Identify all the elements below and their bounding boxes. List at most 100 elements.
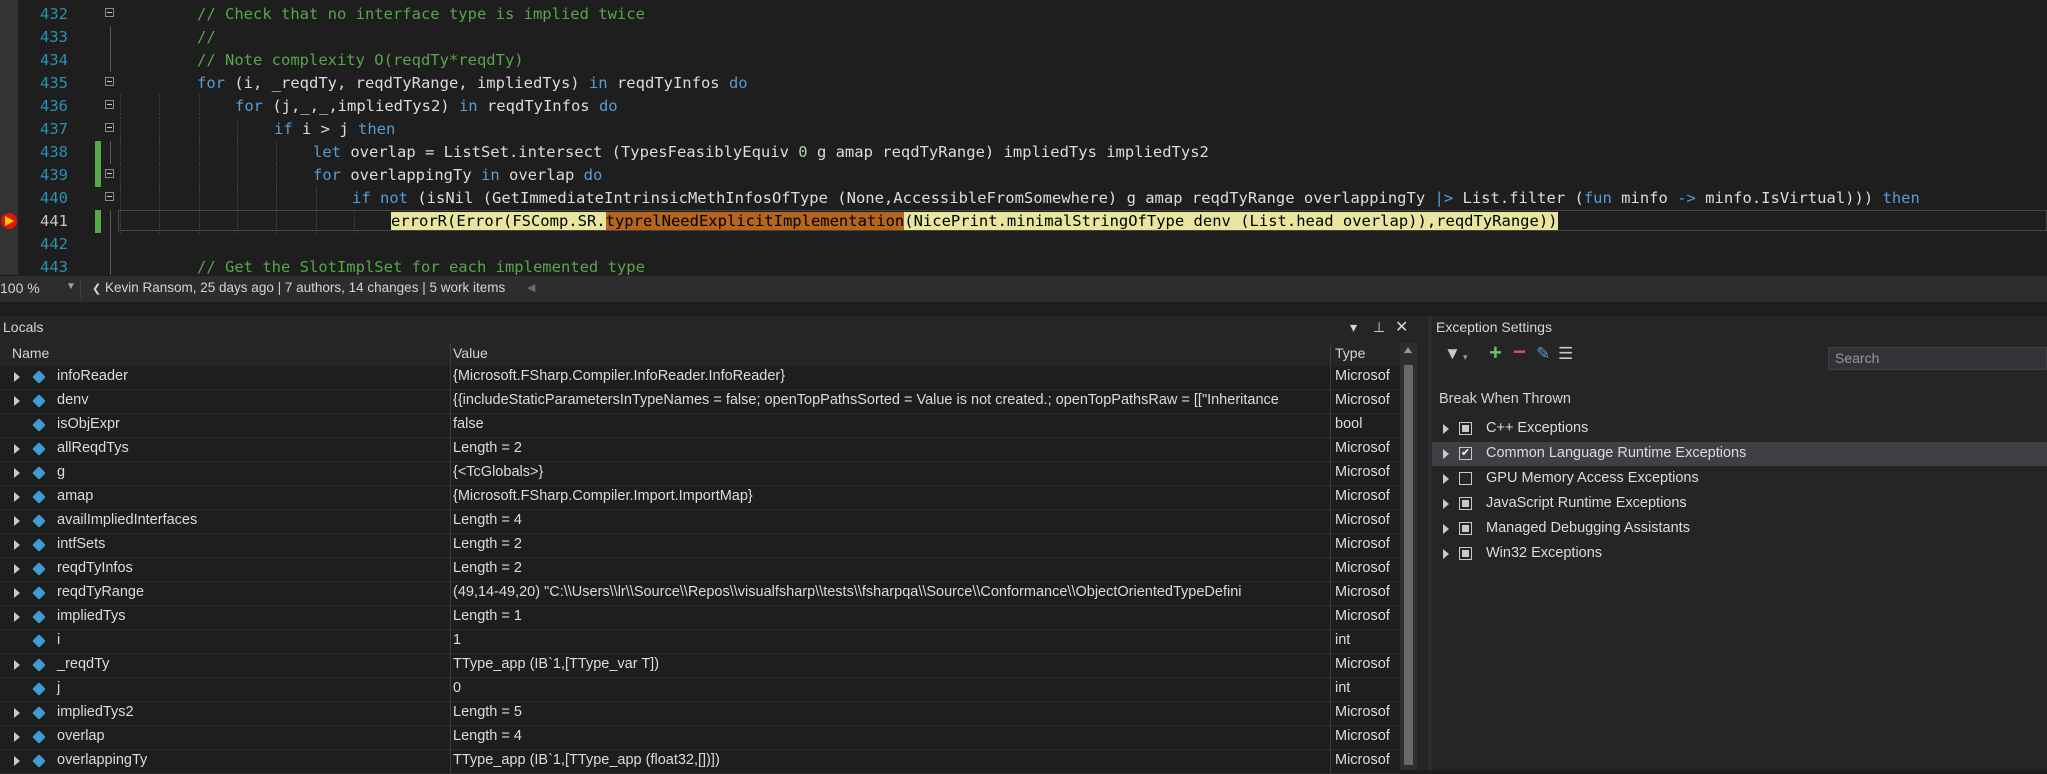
remove-icon[interactable]: −: [1513, 339, 1526, 365]
code-text[interactable]: // Get the SlotImplSet for each implemen…: [197, 256, 645, 275]
expand-icon[interactable]: [1443, 449, 1449, 459]
variable-value[interactable]: Length = 2: [453, 560, 1328, 576]
locals-row[interactable]: g {<TcGlobals>} Microsof: [0, 462, 1400, 486]
locals-row[interactable]: amap {Microsoft.FSharp.Compiler.Import.Im…: [0, 486, 1400, 510]
expand-icon[interactable]: [14, 732, 20, 742]
locals-row[interactable]: intfSets Length = 2 Microsof: [0, 534, 1400, 558]
checkbox[interactable]: ✔: [1459, 447, 1472, 460]
codelens-info[interactable]: ❮ Kevin Ransom, 25 days ago | 7 authors,…: [92, 280, 505, 295]
variable-value[interactable]: Length = 5: [453, 704, 1328, 720]
dropdown-icon[interactable]: ▾: [1350, 319, 1357, 336]
column-type[interactable]: Type: [1335, 345, 1365, 361]
column-value[interactable]: Value: [453, 345, 488, 361]
close-icon[interactable]: ✕: [1395, 317, 1408, 337]
code-line[interactable]: 439 for overlappingTy in overlap do: [0, 164, 2047, 187]
collapse-icon[interactable]: [105, 77, 114, 86]
code-line[interactable]: 434 // Note complexity O(reqdTy*reqdTy): [0, 49, 2047, 72]
variable-value[interactable]: Length = 4: [453, 728, 1328, 744]
locals-row[interactable]: j 0 int: [0, 678, 1400, 702]
locals-row[interactable]: allReqdTys Length = 2 Microsof: [0, 438, 1400, 462]
filter-icon[interactable]: ▼: [1444, 344, 1461, 364]
collapse-icon[interactable]: [105, 169, 114, 178]
expand-icon[interactable]: [14, 612, 20, 622]
variable-value[interactable]: TType_app (IB`1,[TType_app (float32,[])]…: [453, 752, 1328, 768]
variable-value[interactable]: TType_app (IB`1,[TType_var T]): [453, 656, 1328, 672]
checkbox[interactable]: [1459, 472, 1472, 485]
code-line[interactable]: 441 errorR(Error(FSComp.SR.typrelNeedExpl…: [0, 210, 2047, 233]
expand-icon[interactable]: [1443, 499, 1449, 509]
breakpoint-current-icon[interactable]: [1, 213, 17, 229]
locals-row[interactable]: i 1 int: [0, 630, 1400, 654]
expand-icon[interactable]: [1443, 549, 1449, 559]
variable-value[interactable]: Length = 2: [453, 440, 1328, 456]
code-text[interactable]: for (i, _reqdTy, reqdTyRange, impliedTys…: [197, 72, 748, 95]
locals-row[interactable]: reqdTyInfos Length = 2 Microsof: [0, 558, 1400, 582]
code-text[interactable]: // Note complexity O(reqdTy*reqdTy): [197, 49, 524, 72]
variable-value[interactable]: Length = 4: [453, 512, 1328, 528]
variable-value[interactable]: {{includeStaticParametersInTypeNames = f…: [453, 392, 1328, 408]
add-icon[interactable]: +: [1489, 340, 1502, 366]
exception-category-row[interactable]: C++ Exceptions: [1432, 417, 2047, 441]
variable-value[interactable]: {<TcGlobals>}: [453, 464, 1328, 480]
column-name[interactable]: Name: [12, 345, 49, 361]
expand-icon[interactable]: [14, 540, 20, 550]
zoom-level[interactable]: 100 %: [0, 280, 40, 296]
code-line[interactable]: 437 if i > j then: [0, 118, 2047, 141]
code-text[interactable]: if i > j then: [274, 118, 395, 141]
scroll-left-icon[interactable]: ◀: [527, 281, 535, 294]
checkbox[interactable]: [1459, 422, 1472, 435]
code-text[interactable]: if not (isNil (GetImmediateIntrinsicMeth…: [352, 187, 1920, 210]
collapse-icon[interactable]: [105, 123, 114, 132]
exception-category-row[interactable]: ✔ Common Language Runtime Exceptions: [1432, 442, 2047, 466]
code-line[interactable]: 432 // Check that no interface type is im…: [0, 3, 2047, 26]
variable-value[interactable]: 1: [453, 632, 1328, 648]
code-line[interactable]: 436 for (j,_,_,impliedTys2) in reqdTyInfo…: [0, 95, 2047, 118]
exception-category-row[interactable]: GPU Memory Access Exceptions: [1432, 467, 2047, 491]
expand-icon[interactable]: [14, 444, 20, 454]
checkbox[interactable]: [1459, 547, 1472, 560]
scrollbar-thumb[interactable]: [1404, 365, 1413, 765]
code-line[interactable]: 435 for (i, _reqdTy, reqdTyRange, implied…: [0, 72, 2047, 95]
variable-value[interactable]: false: [453, 416, 1328, 432]
dropdown-icon[interactable]: ▾: [1463, 352, 1468, 363]
expand-icon[interactable]: [14, 708, 20, 718]
variable-value[interactable]: {Microsoft.FSharp.Compiler.InfoReader.In…: [453, 368, 1328, 384]
chevron-left-icon[interactable]: ❮: [92, 283, 101, 295]
code-text[interactable]: for overlappingTy in overlap do: [313, 164, 602, 187]
expand-icon[interactable]: [14, 516, 20, 526]
collapse-icon[interactable]: [105, 192, 114, 201]
expand-icon[interactable]: [14, 564, 20, 574]
code-line[interactable]: 440 if not (isNil (GetImmediateIntrinsicM…: [0, 187, 2047, 210]
list-icon[interactable]: ☰: [1558, 344, 1573, 364]
locals-row[interactable]: infoReader {Microsoft.FSharp.Compiler.Inf…: [0, 366, 1400, 390]
expand-icon[interactable]: [1443, 524, 1449, 534]
variable-value[interactable]: Length = 1: [453, 608, 1328, 624]
exception-category-row[interactable]: JavaScript Runtime Exceptions: [1432, 492, 2047, 516]
locals-row[interactable]: overlappingTy TType_app (IB`1,[TType_app …: [0, 750, 1400, 774]
expand-icon[interactable]: [14, 396, 20, 406]
codelens-text[interactable]: Kevin Ransom, 25 days ago | 7 authors, 1…: [105, 280, 505, 295]
expand-icon[interactable]: [14, 756, 20, 766]
expand-icon[interactable]: [14, 588, 20, 598]
locals-row[interactable]: impliedTys Length = 1 Microsof: [0, 606, 1400, 630]
code-text[interactable]: // Check that no interface type is impli…: [197, 3, 645, 26]
code-text[interactable]: errorR(Error(FSComp.SR.typrelNeedExplici…: [391, 210, 1558, 233]
code-text[interactable]: let overlap = ListSet.intersect (TypesFe…: [313, 141, 1209, 164]
expand-icon[interactable]: [1443, 424, 1449, 434]
variable-value[interactable]: (49,14-49,20) "C:\\Users\\lr\\Source\\Re…: [453, 584, 1328, 600]
code-line[interactable]: 442: [0, 233, 2047, 256]
code-text[interactable]: for (j,_,_,impliedTys2) in reqdTyInfos d…: [235, 95, 618, 118]
locals-row[interactable]: _reqdTy TType_app (IB`1,[TType_var T]) Mic…: [0, 654, 1400, 678]
exception-category-row[interactable]: Managed Debugging Assistants: [1432, 517, 2047, 541]
scroll-up-icon[interactable]: [1404, 347, 1412, 353]
locals-row[interactable]: impliedTys2 Length = 5 Microsof: [0, 702, 1400, 726]
exception-category-row[interactable]: Win32 Exceptions: [1432, 542, 2047, 566]
zoom-dropdown-icon[interactable]: ▼: [66, 281, 76, 292]
checkbox[interactable]: [1459, 522, 1472, 535]
code-line[interactable]: 438 let overlap = ListSet.intersect (Type…: [0, 141, 2047, 164]
vertical-scrollbar[interactable]: [1400, 343, 1417, 770]
code-line[interactable]: 443 // Get the SlotImplSet for each imple…: [0, 256, 2047, 275]
collapse-icon[interactable]: [105, 8, 114, 17]
code-line[interactable]: 433 //: [0, 26, 2047, 49]
variable-value[interactable]: 0: [453, 680, 1328, 696]
